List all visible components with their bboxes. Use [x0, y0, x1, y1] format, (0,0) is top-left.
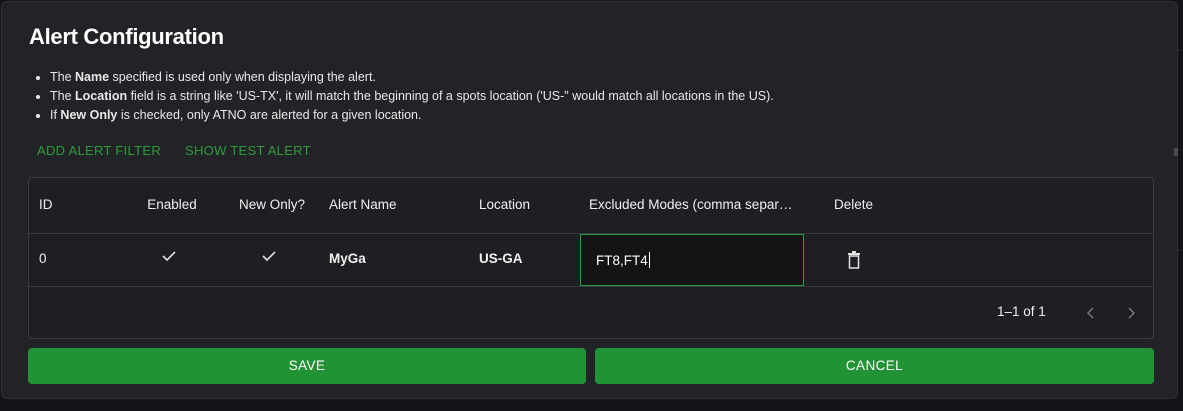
help-text: The: [50, 70, 76, 84]
help-text: field is a string like 'US-TX', it will …: [127, 89, 774, 103]
column-header-enabled[interactable]: Enabled: [133, 195, 211, 215]
help-text: is checked, only ATNO are alerted for a …: [117, 108, 422, 122]
column-header-alert-name[interactable]: Alert Name: [329, 195, 397, 215]
check-icon[interactable]: [162, 251, 176, 261]
excluded-modes-input[interactable]: [580, 234, 804, 286]
table-row[interactable]: 0 MyGa US-GA: [29, 234, 1153, 287]
column-header-location[interactable]: Location: [479, 195, 530, 215]
help-item: If New Only is checked, only ATNO are al…: [30, 106, 774, 125]
column-header-new-only[interactable]: New Only?: [231, 195, 313, 215]
show-test-alert-button[interactable]: SHOW TEST ALERT: [185, 143, 311, 158]
cell-location[interactable]: US-GA: [479, 249, 523, 269]
help-bold: Name: [75, 70, 110, 84]
cell-id: 0: [39, 251, 47, 266]
grid-header: ID Enabled New Only? Alert Name Location…: [29, 178, 1153, 234]
column-header-delete[interactable]: Delete: [834, 195, 873, 215]
chevron-left-icon[interactable]: [1083, 305, 1099, 321]
help-text: The: [50, 89, 76, 103]
help-item: The Name specified is used only when dis…: [30, 68, 774, 87]
help-text: If: [50, 108, 61, 122]
scrollbar-thumb[interactable]: [1174, 148, 1178, 156]
help-bold: Location: [75, 89, 128, 103]
dialog-title: Alert Configuration: [29, 24, 224, 49]
text-caret: [649, 252, 650, 268]
help-item: The Location field is a string like 'US-…: [30, 87, 774, 106]
chevron-right-icon[interactable]: [1123, 305, 1139, 321]
trash-icon[interactable]: [847, 251, 861, 269]
column-header-excluded-modes[interactable]: Excluded Modes (comma separ…: [589, 195, 792, 215]
help-list: The Name specified is used only when dis…: [30, 68, 774, 125]
cell-alert-name[interactable]: MyGa: [329, 249, 366, 269]
check-icon[interactable]: [262, 251, 276, 261]
alert-filter-grid: ID Enabled New Only? Alert Name Location…: [28, 177, 1154, 339]
add-alert-filter-button[interactable]: ADD ALERT FILTER: [37, 143, 161, 158]
column-header-id[interactable]: ID: [39, 195, 53, 215]
pagination-label: 1–1 of 1: [997, 304, 1046, 319]
help-bold: New Only: [60, 108, 118, 122]
cancel-button[interactable]: CANCEL: [595, 348, 1154, 384]
save-button[interactable]: SAVE: [28, 348, 586, 384]
help-text: specified is used only when displaying t…: [109, 70, 376, 84]
